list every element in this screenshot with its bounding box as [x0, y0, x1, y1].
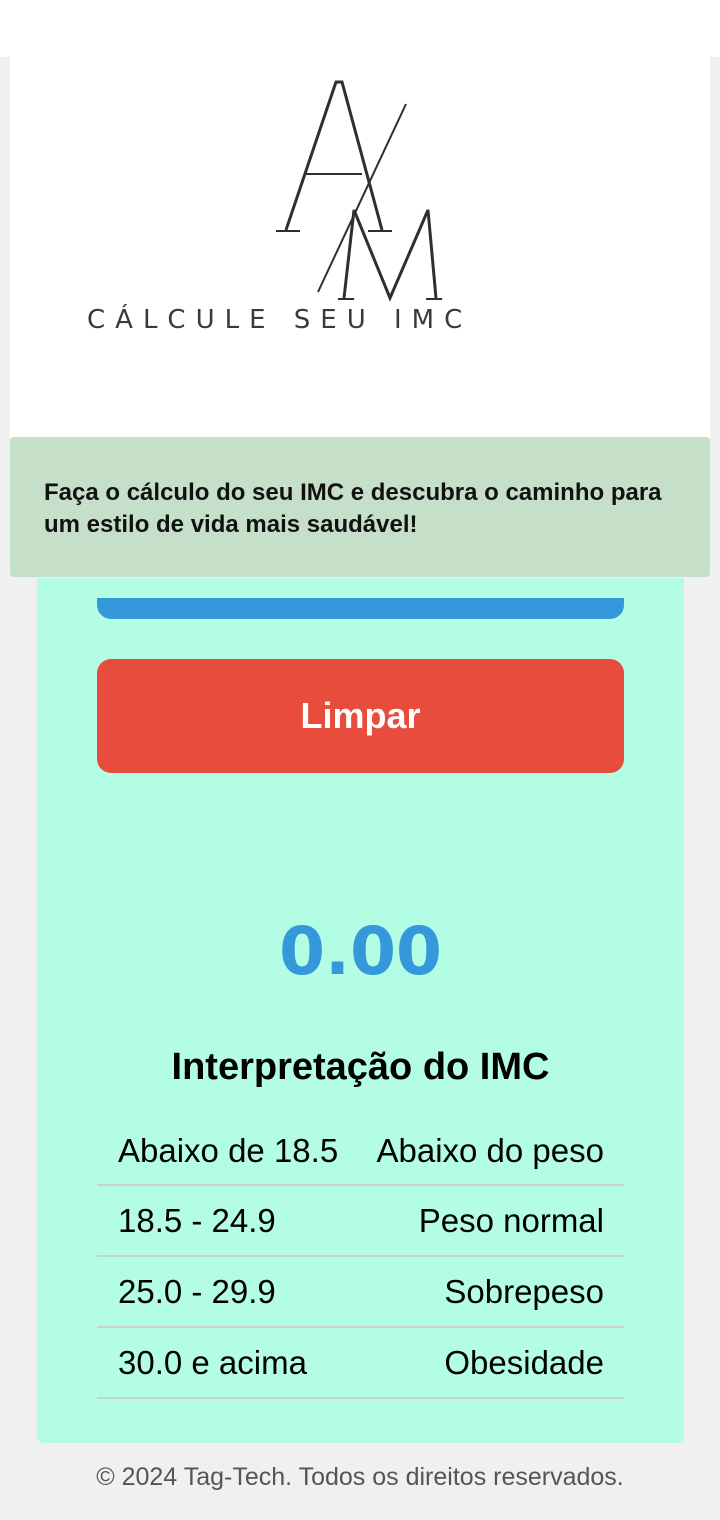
range-cell: Abaixo de 18.5: [118, 1132, 339, 1169]
clear-button[interactable]: Limpar: [97, 659, 624, 773]
table-row: 30.0 e acima Obesidade: [97, 1328, 624, 1399]
classification-cell: Obesidade: [444, 1343, 604, 1381]
logo-text: CÁLCULE SEU IMC: [87, 305, 473, 335]
range-cell: 25.0 - 29.9: [118, 1272, 276, 1310]
classification-cell: Peso normal: [418, 1201, 604, 1239]
am-logo: [276, 80, 442, 302]
calculate-button-partial[interactable]: [97, 598, 624, 619]
classification-cell: Abaixo do peso: [376, 1132, 604, 1169]
classification-cell: Sobrepeso: [444, 1272, 604, 1310]
top-bar: [0, 0, 720, 57]
table-row: 18.5 - 24.9 Peso normal: [97, 1186, 624, 1257]
table-row: Abaixo de 18.5 Abaixo do peso: [97, 1118, 624, 1186]
footer-copyright: © 2024 Tag-Tech. Todos os direitos reser…: [96, 1463, 624, 1491]
imc-result-value: 0.00: [279, 913, 442, 990]
table-row: 25.0 - 29.9 Sobrepeso: [97, 1257, 624, 1328]
interpretation-title: Interpretação do IMC: [171, 1046, 550, 1088]
range-cell: 18.5 - 24.9: [118, 1201, 276, 1239]
calculator-card: Limpar 0.00 Interpretação do IMC Abaixo …: [37, 578, 684, 1443]
imc-interpretation-table: Abaixo de 18.5 Abaixo do peso 18.5 - 24.…: [97, 1118, 624, 1399]
range-cell: 30.0 e acima: [118, 1343, 307, 1381]
intro-banner: Faça o cálculo do seu IMC e descubra o c…: [10, 437, 710, 577]
